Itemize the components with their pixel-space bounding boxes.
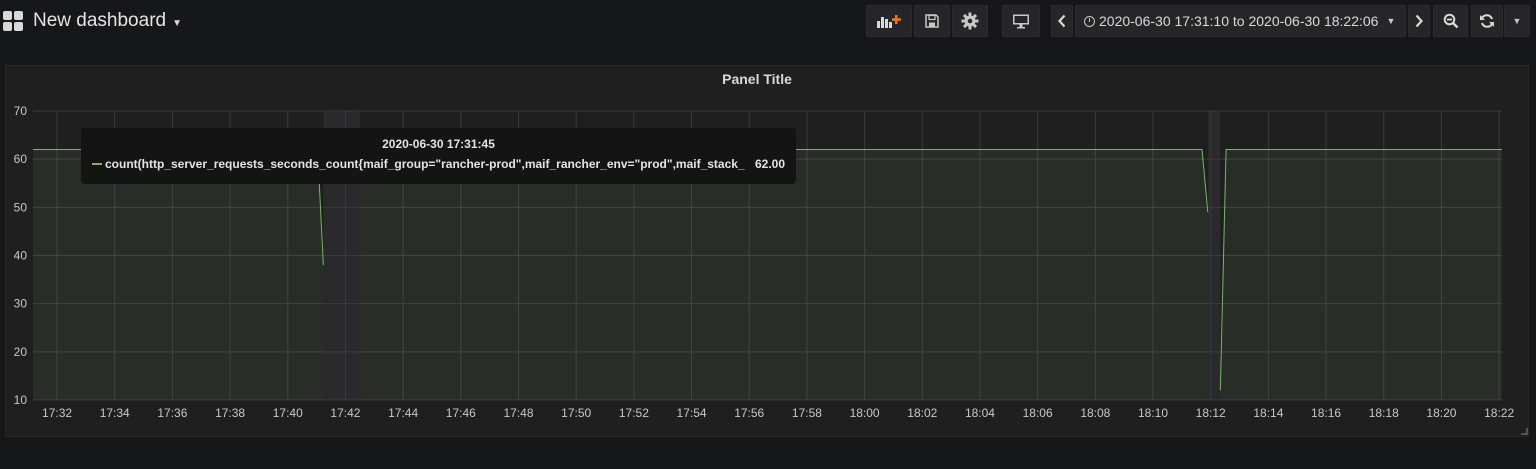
x-tick-label: 18:12 [1196,406,1226,420]
series-area-fill [1220,149,1502,400]
x-tick-label: 17:32 [42,406,72,420]
x-tick-label: 18:04 [965,406,995,420]
y-tick-label: 60 [14,152,28,166]
y-tick-label: 30 [14,297,28,311]
x-tick-label: 17:52 [619,406,649,420]
x-tick-label: 17:42 [330,406,360,420]
series-color-swatch [92,163,102,165]
x-tick-label: 18:14 [1253,406,1283,420]
x-tick-label: 18:08 [1080,406,1110,420]
x-tick-label: 17:38 [215,406,245,420]
graph-tooltip: 2020-06-30 17:31:45 count(http_server_re… [81,128,796,184]
x-tick-label: 18:22 [1484,406,1514,420]
x-tick-label: 18:16 [1311,406,1341,420]
x-tick-label: 18:18 [1369,406,1399,420]
x-tick-label: 17:58 [792,406,822,420]
series-area-fill [33,149,324,400]
x-tick-label: 17:46 [446,406,476,420]
x-tick-label: 17:36 [157,406,187,420]
y-tick-label: 50 [14,200,28,214]
x-tick-label: 17:48 [503,406,533,420]
x-tick-label: 18:20 [1426,406,1456,420]
x-tick-label: 17:34 [100,406,130,420]
line-chart[interactable]: 10 20 30 40 50 60 70 17:32 17:34 17:36 17:38 17:40… [0,0,1536,469]
y-tick-label: 40 [14,249,28,263]
x-tick-label: 17:50 [561,406,591,420]
x-tick-label: 18:06 [1023,406,1053,420]
x-tick-label: 17:54 [677,406,707,420]
x-tick-label: 17:56 [734,406,764,420]
y-tick-label: 70 [14,104,28,118]
y-tick-label: 10 [14,393,28,407]
tooltip-time: 2020-06-30 17:31:45 [382,137,495,151]
x-tick-label: 18:02 [907,406,937,420]
x-tick-label: 18:10 [1138,406,1168,420]
panel-resize-handle[interactable] [1521,428,1528,435]
series-area-fill [360,149,1208,400]
x-tick-label: 17:40 [273,406,303,420]
tooltip-value: 62.00 [755,157,786,171]
y-tick-label: 20 [14,345,28,359]
tooltip-series-label: count(http_server_requests_seconds_count… [105,157,745,171]
x-tick-label: 17:44 [388,406,418,420]
x-tick-label: 18:00 [850,406,880,420]
